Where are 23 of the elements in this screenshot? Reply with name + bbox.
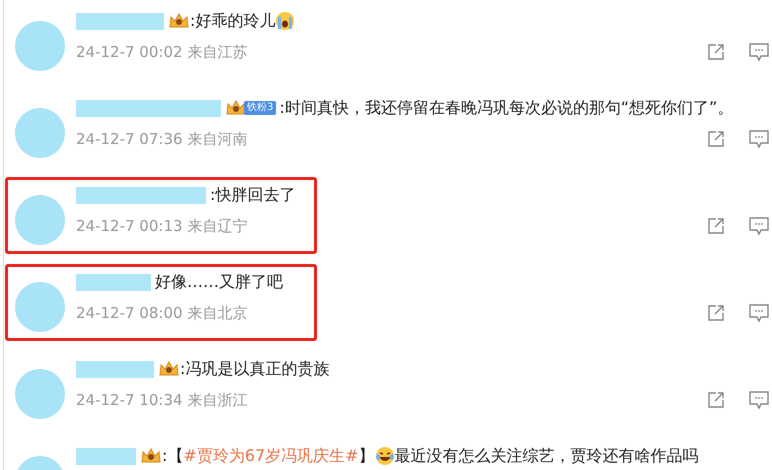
comment-text: :快胖回去了 (210, 184, 296, 206)
comment-text: :时间真快，我还停留在春晚冯巩每次必说的那句“想死你们了”。 (279, 98, 734, 118)
comment-text: :【 (162, 446, 184, 466)
hashtag-link[interactable]: #贾玲为67岁冯巩庆生# (183, 446, 359, 466)
fan-badge: 铁粉3 (244, 101, 276, 115)
comment-icon[interactable] (749, 42, 769, 62)
comment-icon[interactable] (749, 304, 769, 322)
comment-text: :好乖的玲儿 (190, 10, 276, 32)
comment-meta: 24-12-7 07:36 来自河南 (76, 130, 248, 148)
comment-meta: 24-12-7 00:13 来自辽宁 (76, 216, 248, 236)
comment-text: 最近没有怎么关注综艺，贾玲还有啥作品吗 (394, 446, 699, 466)
comment-text: 好像……又胖了吧 (155, 272, 283, 292)
comment-meta: 24-12-7 08:00 来自北京 (76, 304, 248, 322)
laughing-emoji-icon (374, 446, 395, 466)
comment-icon[interactable] (749, 216, 769, 236)
crying-emoji-icon (275, 11, 296, 31)
comment-meta: 24-12-7 00:02 来自江苏 (76, 42, 248, 62)
comment-text: :冯巩是以真正的贵族 (180, 358, 330, 380)
comment-text: 】 (358, 446, 375, 466)
redacted-username (76, 448, 136, 464)
comment-icon[interactable] (749, 130, 769, 148)
comment-icon[interactable] (749, 390, 769, 410)
comment-meta: 24-12-7 10:34 来自浙江 (76, 390, 248, 410)
